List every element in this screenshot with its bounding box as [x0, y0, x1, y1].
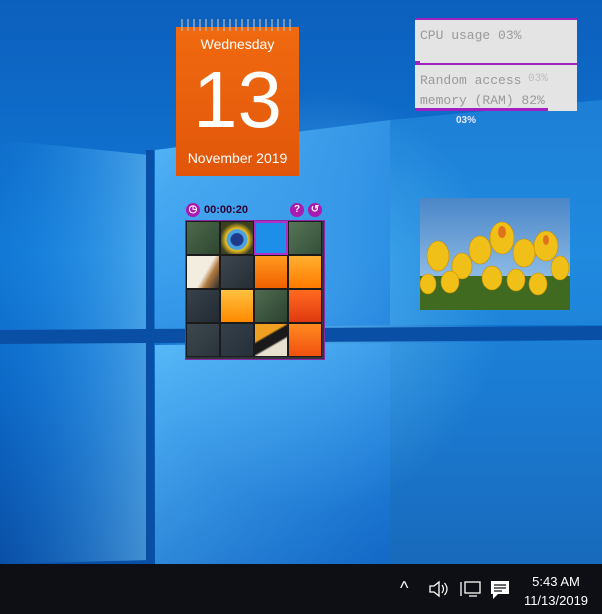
clock-time: 5:43 AM — [532, 574, 580, 589]
reset-button[interactable]: ↺ — [308, 203, 322, 217]
puzzle-tile[interactable] — [288, 255, 322, 289]
puzzle-tile[interactable] — [186, 221, 220, 255]
clock-icon[interactable]: ◷ — [186, 203, 200, 217]
volume-icon[interactable] — [428, 580, 448, 603]
ram-overlay-percent: 03% — [528, 73, 548, 85]
cpu-meter-gadget[interactable]: CPU usage 03% — [415, 18, 577, 64]
puzzle-tile[interactable] — [186, 323, 220, 357]
ram-meter-gadget[interactable]: Random access memory (RAM) 82% 03% — [415, 63, 577, 111]
puzzle-tile[interactable] — [220, 255, 254, 289]
puzzle-toolbar: ◷ 00:00:20 ? ↺ — [185, 202, 325, 218]
help-button[interactable]: ? — [290, 203, 304, 217]
calendar-month-year: November 2019 — [187, 150, 288, 166]
calendar-day: 13 — [193, 55, 282, 144]
puzzle-grid — [185, 220, 325, 360]
notification-icon[interactable] — [490, 580, 510, 605]
puzzle-tile[interactable] — [254, 289, 288, 323]
taskbar: ^ 5:43 AM 11/13/2019 — [0, 564, 602, 614]
ram-usage-label: Random access memory (RAM) 82% — [420, 71, 545, 111]
ram-label-line2: memory (RAM) 82% — [420, 93, 545, 108]
puzzle-tile[interactable] — [254, 323, 288, 357]
calendar-binding — [181, 19, 291, 31]
clock-date: 11/13/2019 — [523, 593, 589, 608]
calendar-gadget[interactable]: Wednesday 13 November 2019 — [176, 19, 299, 176]
puzzle-tile[interactable] — [186, 289, 220, 323]
cpu-percent-caption: 03% — [456, 115, 477, 126]
calendar-weekday: Wednesday — [200, 36, 275, 52]
ram-label-line1: Random access — [420, 73, 522, 88]
puzzle-tile[interactable] — [220, 289, 254, 323]
picture-puzzle-gadget[interactable]: ◷ 00:00:20 ? ↺ — [185, 202, 325, 360]
tulips-image — [420, 198, 570, 310]
puzzle-tile[interactable] — [288, 221, 322, 255]
puzzle-tile[interactable] — [220, 323, 254, 357]
chevron-up-icon[interactable]: ^ — [400, 578, 408, 599]
puzzle-tile[interactable] — [186, 255, 220, 289]
ram-usage-bar — [415, 108, 548, 111]
network-icon[interactable] — [460, 580, 482, 603]
taskbar-clock[interactable]: 5:43 AM 11/13/2019 — [514, 572, 598, 610]
puzzle-tile[interactable] — [288, 289, 322, 323]
puzzle-timer: 00:00:20 — [204, 204, 249, 216]
cpu-usage-label: CPU usage 03% — [420, 28, 522, 43]
puzzle-tile[interactable] — [220, 221, 254, 255]
puzzle-tile[interactable] — [288, 323, 322, 357]
puzzle-empty-slot[interactable] — [254, 221, 288, 255]
puzzle-tile[interactable] — [254, 255, 288, 289]
slideshow-photo[interactable] — [420, 198, 570, 310]
